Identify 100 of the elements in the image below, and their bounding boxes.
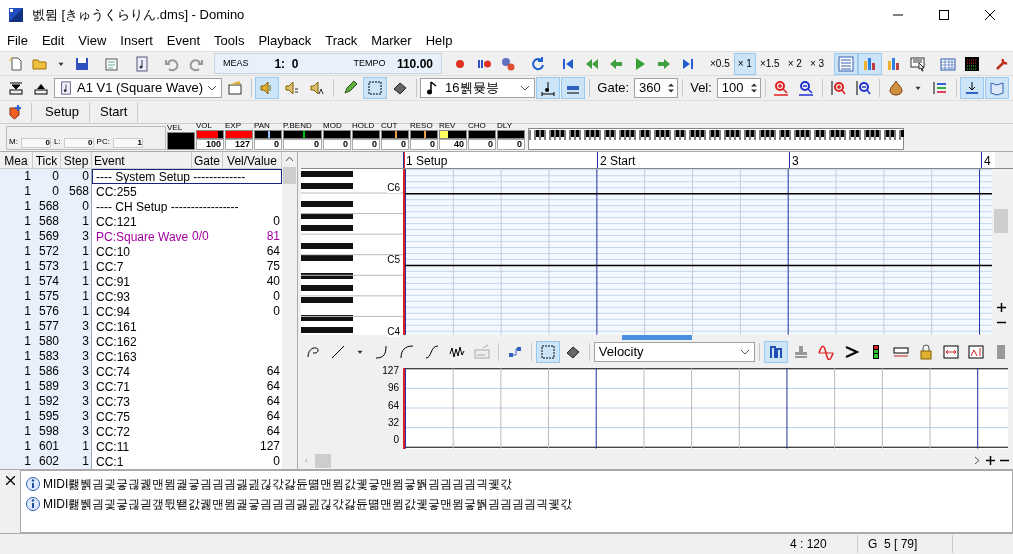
meter-label: VOL: [196, 121, 213, 130]
measure-label: 2 Start: [597, 152, 636, 168]
value-cell-text: 64: [265, 364, 281, 379]
table-cell: 1: [0, 274, 33, 289]
event-cell-text: CC:7: [95, 259, 125, 274]
menu-item[interactable]: File: [0, 30, 35, 51]
meter-value: 0: [323, 139, 351, 150]
table-cell: 3: [61, 364, 92, 379]
event-cell-text: CC:93: [95, 289, 131, 304]
event-cell-text: CC:94: [95, 304, 131, 319]
value-cell-text: 64: [265, 394, 281, 409]
meter-label: CUT: [381, 121, 399, 130]
table-cell: 1: [61, 214, 92, 229]
table-cell: 1: [0, 409, 33, 424]
table-cell: 1: [0, 439, 33, 454]
value-cell-text: 0: [272, 289, 281, 304]
value-cell-text: 64: [265, 244, 281, 259]
counter-value: 1: [112, 138, 143, 148]
menu-item[interactable]: Marker: [364, 30, 419, 51]
value-cell-text: 0: [272, 454, 281, 469]
table-cell: 3: [61, 424, 92, 439]
gate-cell-text: 0/0: [192, 229, 210, 244]
counter-value: 0: [63, 138, 94, 148]
table-cell: 1: [61, 289, 92, 304]
gate-label: Gate:: [596, 79, 631, 98]
table-cell: 580: [33, 334, 61, 349]
marker-button[interactable]: Start: [90, 101, 139, 123]
marker-button[interactable]: Setup: [35, 101, 90, 123]
table-cell: 3: [61, 349, 92, 364]
graph-type-dropdown[interactable]: Velocity: [593, 342, 756, 362]
track-dropdown[interactable]: A1 V1 (Square Wave): [54, 78, 222, 98]
note-length-dropdown[interactable]: 16뷁뮺븡: [420, 78, 535, 98]
table-cell: 0: [33, 184, 61, 199]
value-cell-text: 81: [265, 229, 281, 244]
table-cell: 1: [0, 214, 33, 229]
table-cell: 577: [33, 319, 61, 334]
table-cell: 1: [0, 394, 33, 409]
table-cell: 572: [33, 244, 61, 259]
tempo-value: 110.00: [396, 55, 433, 73]
menu-item[interactable]: Playback: [251, 30, 319, 51]
event-cell-text: CC:1: [95, 454, 125, 469]
table-cell: 598: [33, 424, 61, 439]
meter-label: DLY: [497, 121, 513, 130]
table-cell: 583: [33, 349, 61, 364]
event-cell-text: CC:74: [95, 364, 131, 379]
meter-value: 0: [410, 139, 438, 150]
velocity-axis-label: 96: [387, 383, 399, 396]
table-cell: 575: [33, 289, 61, 304]
table-cell: 1: [0, 319, 33, 334]
table-cell: 1: [61, 274, 92, 289]
event-cell-text: PC:Square Wave: [95, 229, 190, 244]
column-header[interactable]: Tick: [33, 152, 61, 168]
table-cell: 3: [61, 394, 92, 409]
value-cell-text: 40: [265, 274, 281, 289]
event-cell-text: CC:255: [95, 184, 138, 199]
table-cell: 568: [33, 199, 61, 214]
table-cell: 1: [0, 334, 33, 349]
menu-item[interactable]: Event: [159, 30, 208, 51]
menu-item[interactable]: Edit: [34, 30, 72, 51]
table-cell: 0: [61, 199, 92, 214]
speed-button[interactable]: × 2: [783, 52, 806, 75]
measure-label: 3: [789, 152, 799, 168]
menu-item[interactable]: Insert: [113, 30, 160, 51]
table-cell: 573: [33, 259, 61, 274]
meter-label: CHO: [468, 121, 487, 130]
value-cell-text: 0: [272, 304, 281, 319]
table-cell: 3: [61, 319, 92, 334]
meter-value: 40: [439, 139, 467, 150]
table-cell: 568: [33, 214, 61, 229]
table-cell: 1: [0, 364, 33, 379]
speed-button[interactable]: ×1.5: [755, 52, 784, 75]
column-header[interactable]: Step: [61, 152, 92, 168]
table-cell: 1: [0, 244, 33, 259]
table-cell: 1: [61, 439, 92, 454]
menu-item[interactable]: Help: [418, 30, 460, 51]
event-cell-text: CC:11: [95, 439, 131, 454]
event-cell-text: CC:121: [95, 214, 138, 229]
meter-value: 0: [352, 139, 380, 150]
event-cell-text: CC:161: [95, 319, 138, 334]
column-header[interactable]: Event: [92, 152, 192, 168]
table-cell: 0: [61, 169, 92, 184]
table-cell: 601: [33, 439, 61, 454]
section-header-cell-text: ---- CH Setup -----------------: [95, 199, 240, 214]
meter-value: 0: [283, 139, 322, 150]
value-cell-text: 64: [265, 379, 281, 394]
menu-item[interactable]: Track: [318, 30, 365, 51]
menu-item[interactable]: View: [71, 30, 114, 51]
event-cell-text: CC:162: [95, 334, 138, 349]
column-header[interactable]: Gate: [192, 152, 223, 168]
velocity-label: Vel:: [689, 79, 713, 98]
menu-item[interactable]: Tools: [207, 30, 252, 51]
velocity-field[interactable]: 100: [716, 78, 761, 98]
column-header[interactable]: Mea: [0, 152, 33, 168]
meter-label: REV: [439, 121, 457, 130]
table-cell: 1: [0, 229, 33, 244]
measure-label: 1 Setup: [403, 152, 448, 168]
speed-button[interactable]: × 1: [733, 52, 756, 75]
speed-button[interactable]: × 3: [805, 52, 829, 75]
speed-button[interactable]: ×0.5: [706, 52, 734, 75]
gate-field[interactable]: 360: [634, 78, 678, 98]
